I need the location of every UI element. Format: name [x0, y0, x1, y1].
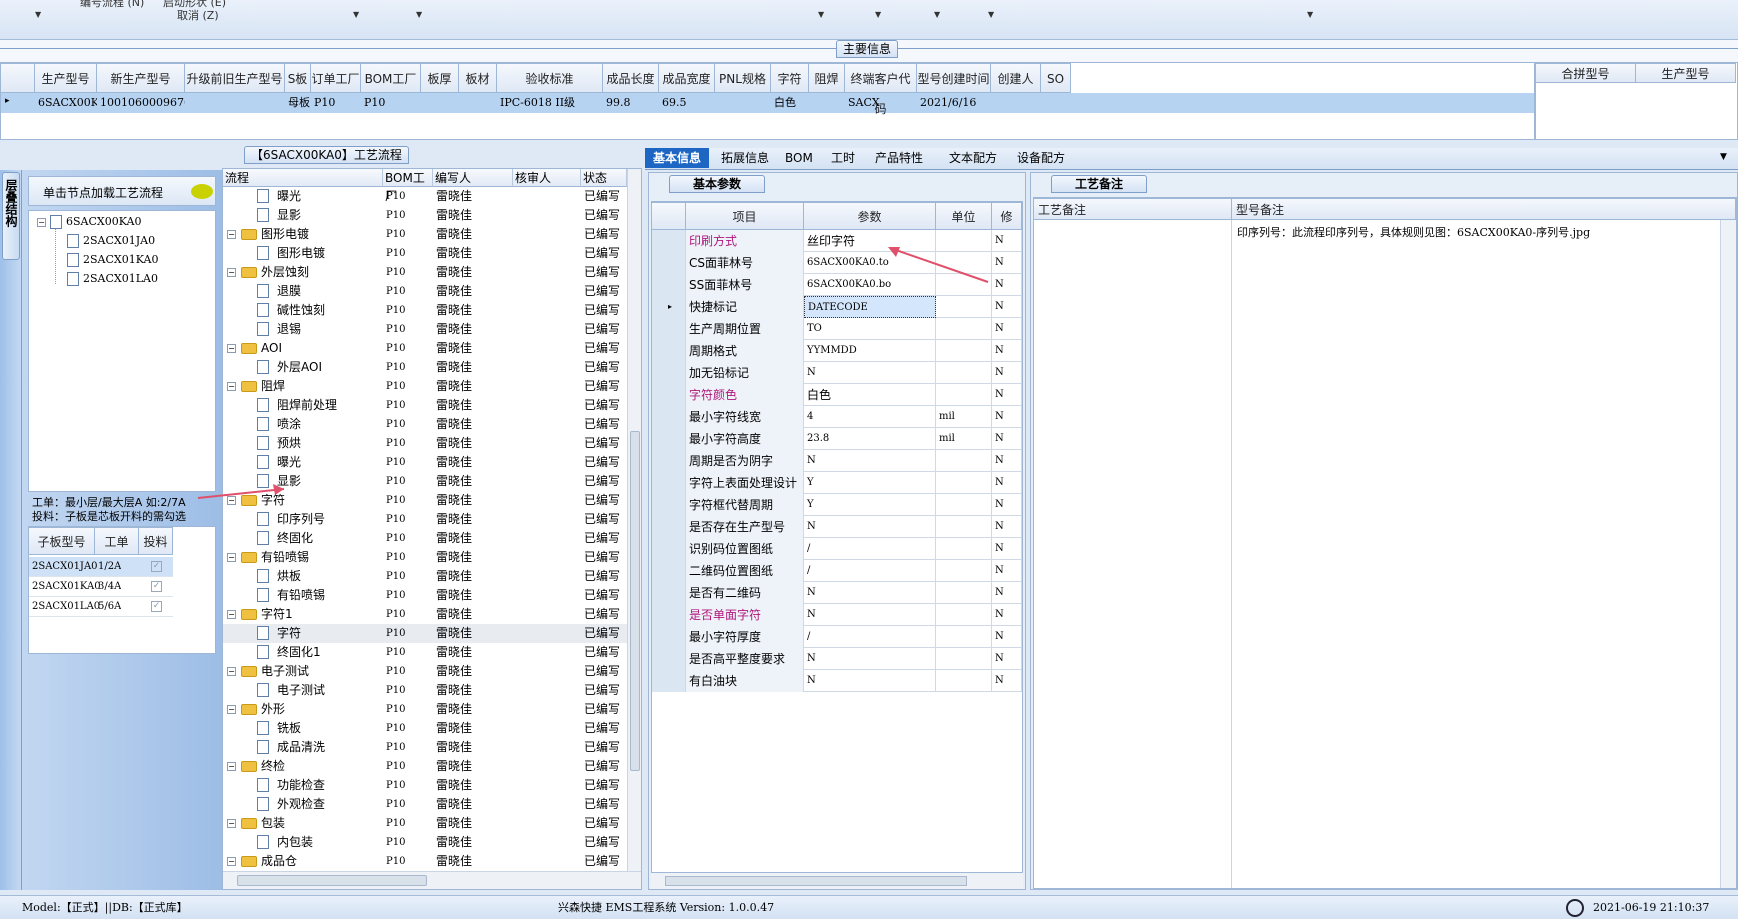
clock-icon [1566, 899, 1584, 917]
annotation-arrows [197, 247, 989, 499]
status-app-version: 兴森快捷 EMS工程系统 Version: 1.0.0.47 [558, 901, 775, 914]
red-arrow-left [197, 488, 285, 499]
status-model-db: Model:【正式】||DB:【正式库】 [22, 901, 188, 914]
red-arrow-right [889, 247, 989, 283]
arrow-head [273, 484, 284, 495]
status-datetime: 2021-06-19 21:10:37 [1593, 901, 1710, 914]
arrow-head [888, 247, 900, 257]
status-bar: Model:【正式】||DB:【正式库】 兴森快捷 EMS工程系统 Versio… [0, 895, 1738, 919]
